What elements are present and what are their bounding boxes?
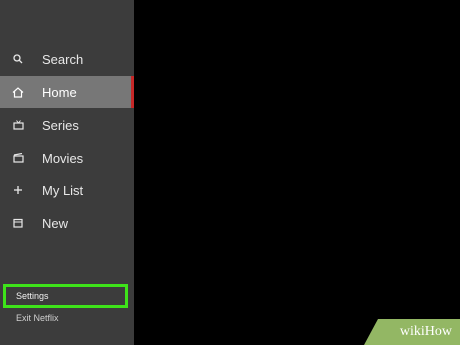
settings-label: Settings [16,291,49,301]
exit-netflix-menu-item[interactable]: Exit Netflix [0,309,134,327]
calendar-icon [11,216,25,230]
nav-label: My List [42,182,84,198]
active-indicator [131,76,134,108]
exit-label: Exit Netflix [16,313,59,323]
home-icon [11,85,25,99]
nav-movies[interactable]: Movies [0,142,134,174]
nav-label: Series [42,117,79,133]
film-icon [11,151,25,165]
plus-icon [11,183,25,197]
nav-series[interactable]: Series [0,109,134,141]
tv-icon [11,118,25,132]
nav-label: Search [42,51,84,67]
nav-label: Home [42,84,77,100]
nav-home[interactable]: Home [0,76,134,108]
nav-label: Movies [42,150,84,166]
wikihow-watermark: wikiHow [364,319,460,345]
tv-screen: Search Home Series Movies My List New Se… [0,0,460,345]
settings-menu-item[interactable]: Settings [3,284,128,308]
sidebar-menu: Search Home Series Movies My List New Se… [0,0,134,345]
nav-new[interactable]: New [0,207,134,239]
search-icon [11,52,25,66]
nav-search[interactable]: Search [0,43,134,75]
watermark-text: wikiHow [399,324,452,339]
nav-label: New [42,215,69,231]
nav-my-list[interactable]: My List [0,174,134,206]
